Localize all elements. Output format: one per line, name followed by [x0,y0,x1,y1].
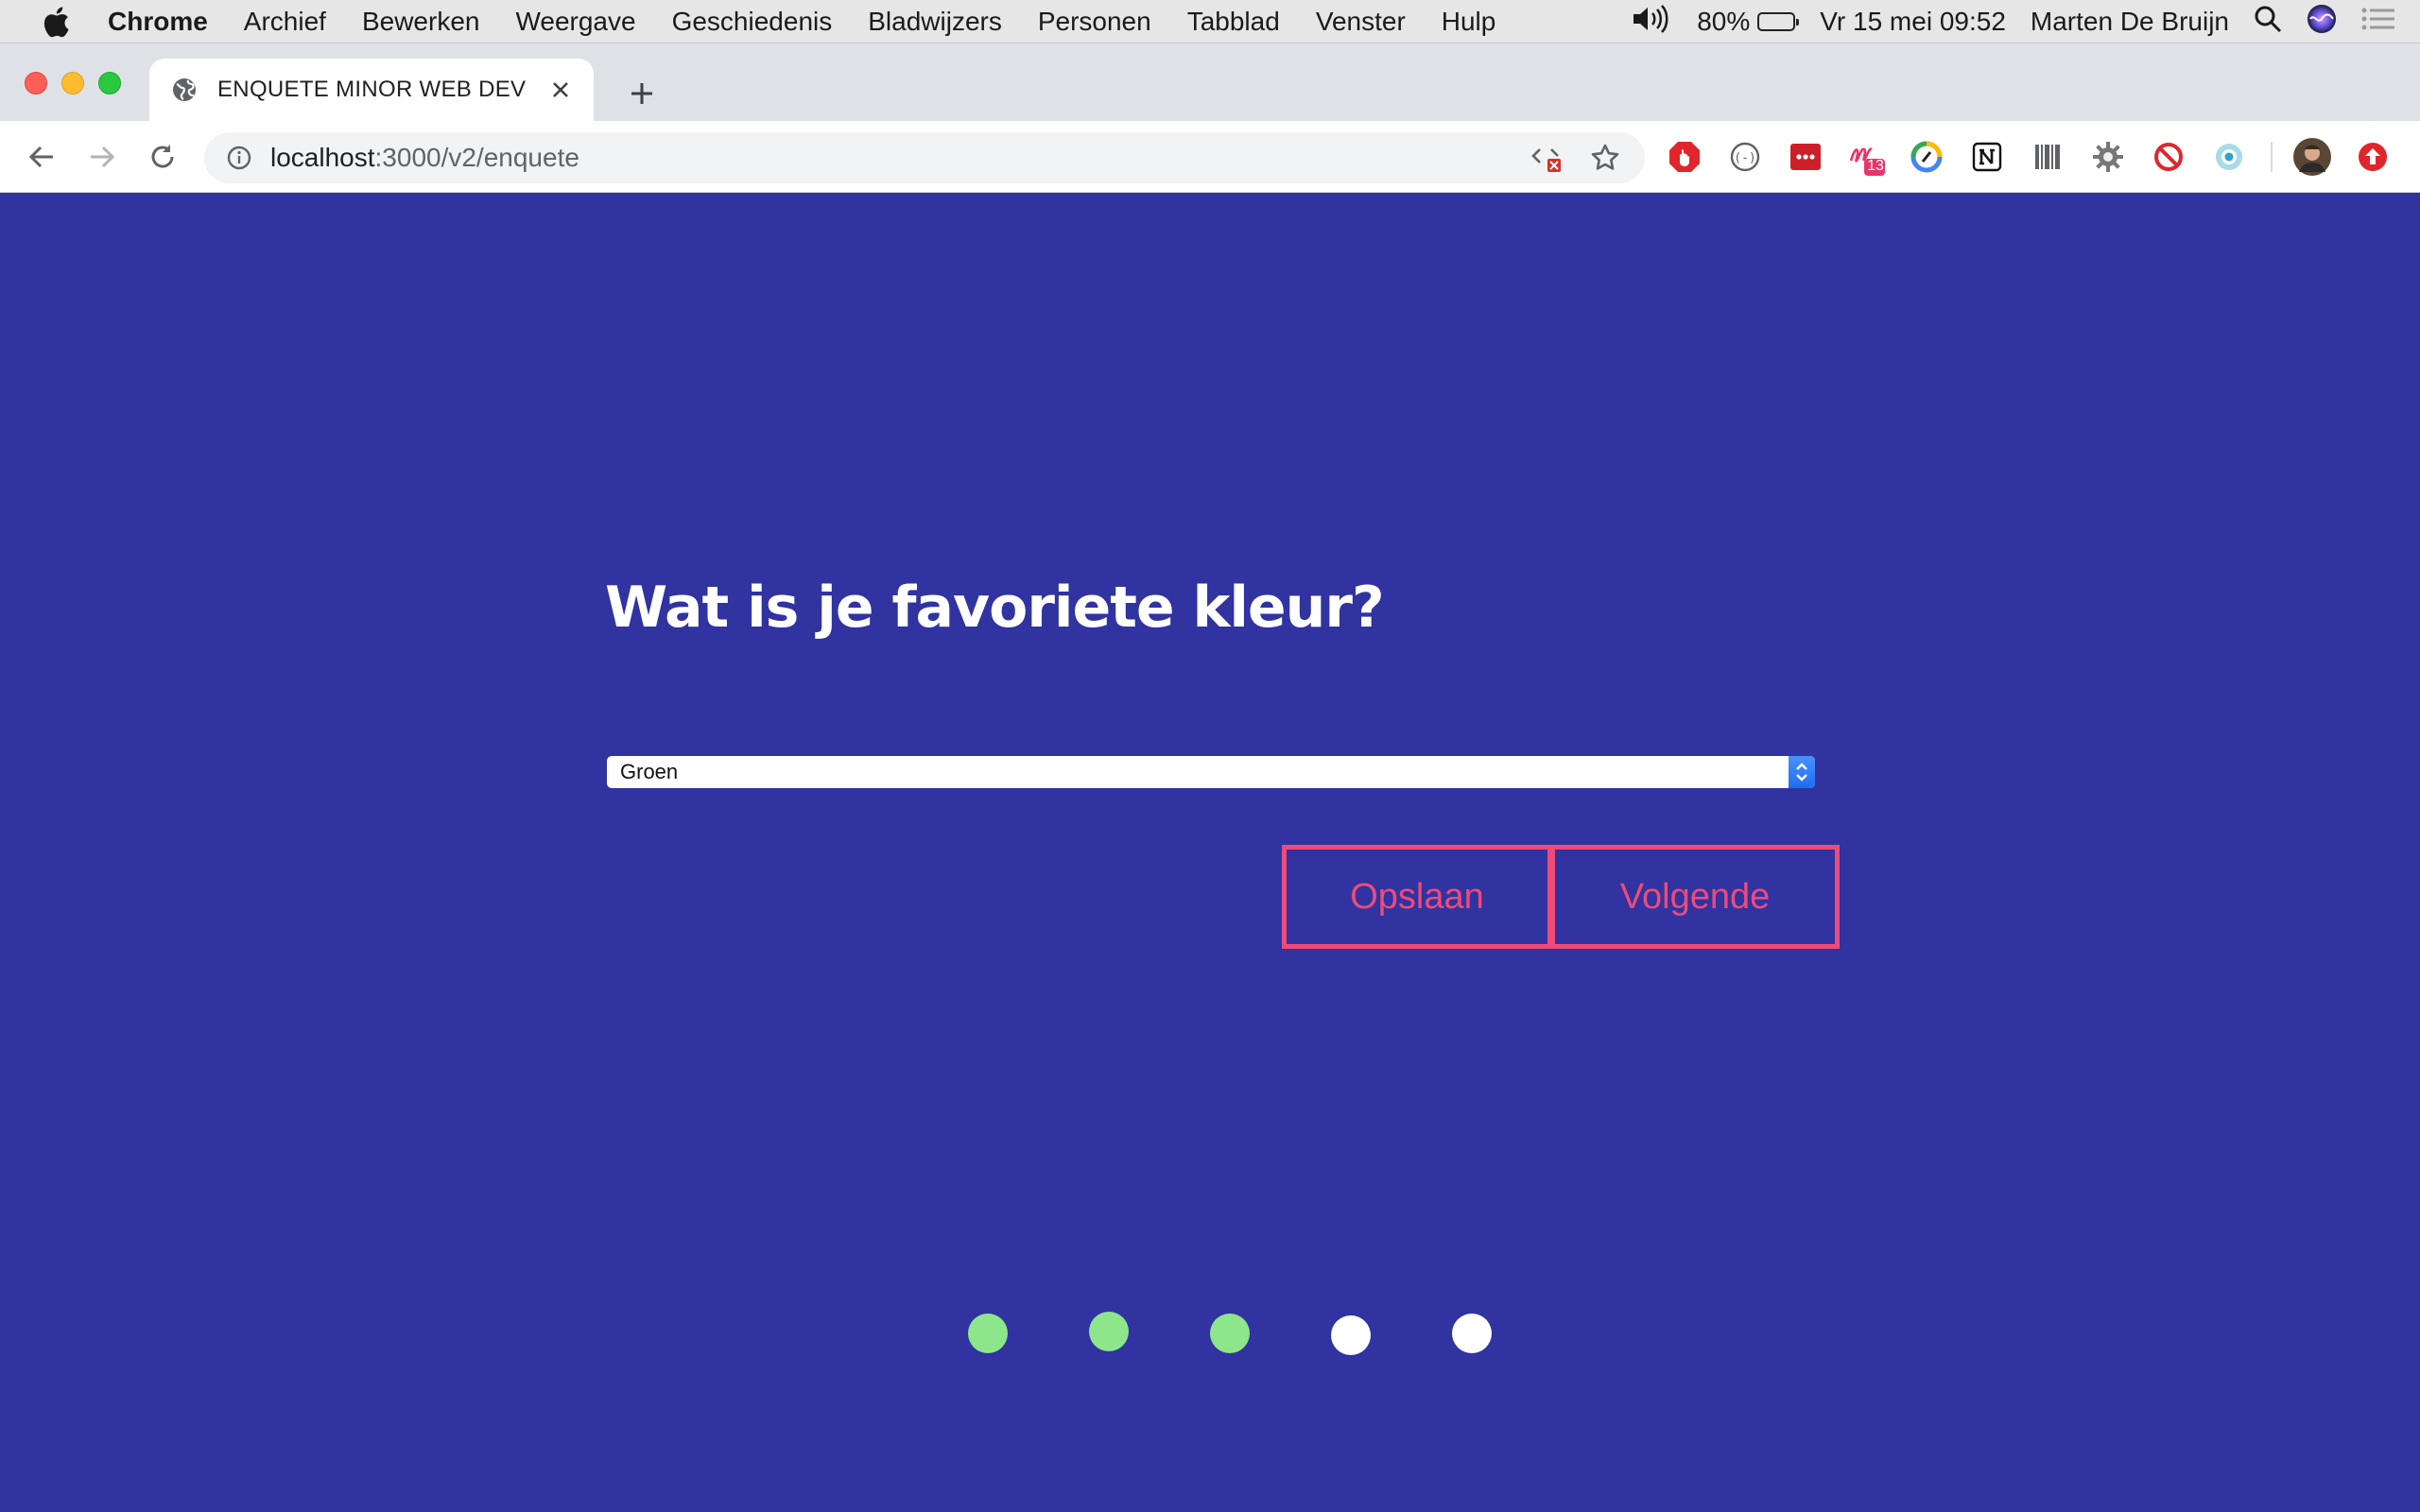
menubar-status-area: 80% Vr 15 mei 09:52 Marten De Bruijn [1631,0,2420,43]
site-info-icon[interactable] [225,144,253,172]
progress-step-5 [1452,1314,1492,1353]
eye-dropper-icon[interactable] [2210,138,2248,176]
menu-app-name[interactable]: Chrome [98,7,226,37]
window-close-button[interactable] [25,72,47,94]
block-icon[interactable] [2150,138,2187,176]
back-button[interactable] [23,138,60,176]
forward-button[interactable] [83,138,121,176]
volume-icon[interactable] [1631,4,1672,40]
battery-percentage: 80% [1697,7,1751,36]
url-path: :3000/v2/enquete [374,143,579,172]
color-picker-icon[interactable] [1908,138,1945,176]
menu-tabblad[interactable]: Tabblad [1169,7,1298,37]
url-host: localhost [270,143,375,172]
lastpass-icon[interactable] [1787,138,1824,176]
select-arrows-icon[interactable] [1789,756,1815,788]
survey-page: Wat is je favoriete kleur? Groen Opslaan… [0,193,2420,1512]
extension-badge-count: 13 [1867,158,1884,174]
battery-status[interactable]: 80% [1697,7,1800,37]
apple-menu-icon[interactable] [36,6,76,38]
globe-icon [170,76,199,104]
menu-weergave[interactable]: Weergave [497,7,653,37]
menu-bewerken[interactable]: Bewerken [344,7,498,37]
address-bar[interactable]: localhost:3000/v2/enquete [204,132,1645,183]
color-select[interactable]: Groen [607,756,1815,788]
new-tab-button[interactable] [624,76,660,112]
tab-close-icon[interactable] [546,76,575,104]
battery-icon [1757,12,1800,31]
update-arrow-icon[interactable] [2354,138,2392,176]
adblock-icon[interactable] [1666,138,1703,176]
browser-toolbar: localhost:3000/v2/enquete (-) 13 [0,121,2420,193]
code-blocked-icon[interactable] [1528,139,1565,177]
mention-icon[interactable]: 13 [1847,138,1885,176]
progress-step-4 [1331,1315,1371,1355]
profile-avatar[interactable] [2293,138,2331,176]
menu-geschiedenis[interactable]: Geschiedenis [654,7,851,37]
progress-step-1 [968,1314,1008,1353]
save-button[interactable]: Opslaan [1282,845,1552,949]
next-button[interactable]: Volgende [1550,845,1840,949]
json-viewer-icon[interactable]: (-) [1726,138,1764,176]
progress-step-3 [1210,1314,1250,1353]
extensions-bar: (-) 13 [1666,138,2414,176]
menu-personen[interactable]: Personen [1020,7,1169,37]
toolbar-divider [2271,142,2273,172]
menu-venster[interactable]: Venster [1298,7,1424,37]
window-zoom-button[interactable] [98,72,121,94]
menu-archief[interactable]: Archief [226,7,344,37]
browser-tab-active[interactable]: ENQUETE MINOR WEB DEV [149,59,594,121]
macos-menu-bar: Chrome Archief Bewerken Weergave Geschie… [0,0,2420,43]
url-text[interactable]: localhost:3000/v2/enquete [270,143,1507,173]
barcode-icon[interactable] [2029,138,2066,176]
window-minimize-button[interactable] [61,72,84,94]
question-heading: Wat is je favoriete kleur? [605,575,1385,641]
user-name[interactable]: Marten De Bruijn [2031,7,2229,37]
siri-icon[interactable] [2307,4,2337,41]
reload-button[interactable] [144,138,182,176]
menu-bladwijzers[interactable]: Bladwijzers [850,7,1020,37]
select-value: Groen [620,760,679,783]
spotlight-search-icon[interactable] [2254,5,2282,40]
notion-icon[interactable] [1968,138,2006,176]
settings-gear-icon[interactable] [2089,138,2127,176]
tab-title: ENQUETE MINOR WEB DEV [217,77,527,102]
bookmark-star-icon[interactable] [1586,139,1624,177]
menu-hulp[interactable]: Hulp [1424,7,1514,37]
svg-text:(-): (-) [1734,151,1755,165]
progress-step-2 [1089,1312,1129,1351]
chrome-tab-strip: ENQUETE MINOR WEB DEV [0,43,2420,121]
notification-center-icon[interactable] [2361,7,2395,38]
progress-indicator [0,1308,2420,1365]
clock[interactable]: Vr 15 mei 09:52 [1820,7,2006,37]
